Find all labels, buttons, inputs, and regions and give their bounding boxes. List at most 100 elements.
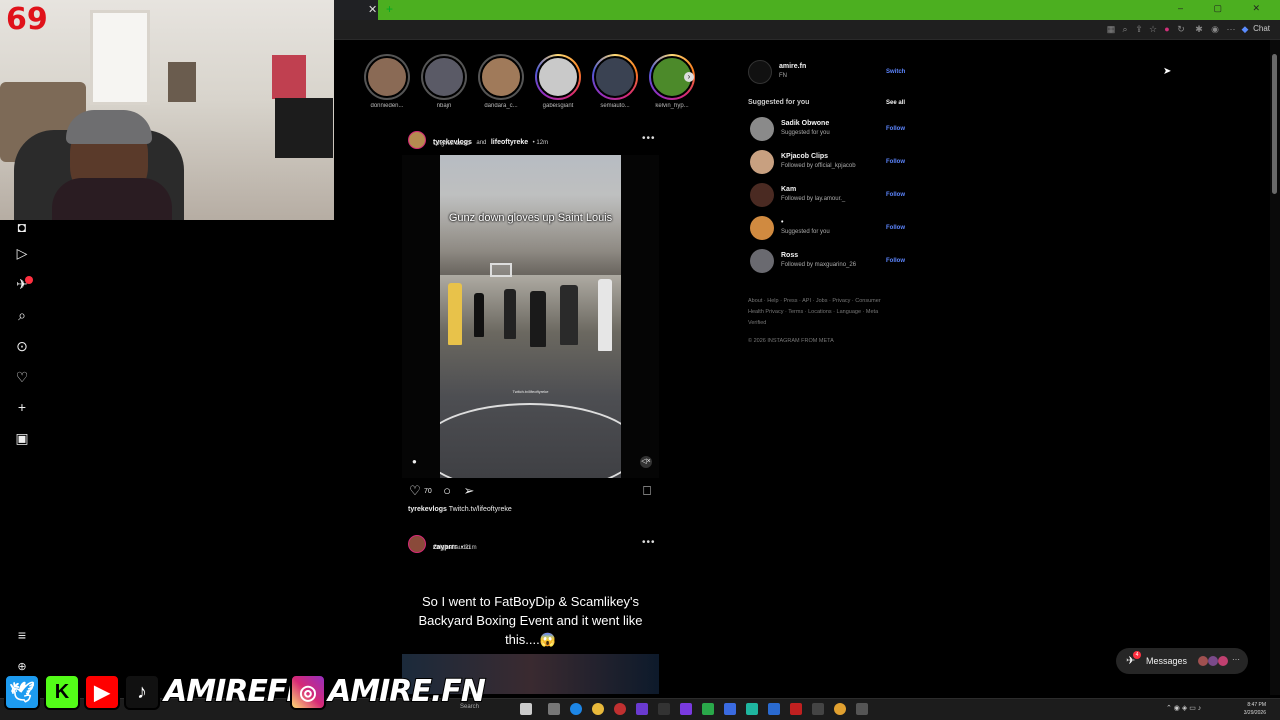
story-username: semiauto... xyxy=(600,103,630,109)
post-coauthor[interactable]: lifeoftyreke xyxy=(491,139,528,146)
messages-button[interactable]: ✈ 4 Messages ⋯ xyxy=(1116,648,1248,674)
chat-button[interactable]: Chat xyxy=(1253,24,1270,33)
save-icon[interactable]: ⎕ xyxy=(640,484,654,498)
menu-icon[interactable]: ⋯ xyxy=(1226,24,1236,34)
chat-avatar xyxy=(1218,656,1228,666)
post-avatar[interactable] xyxy=(408,131,426,149)
extensions-puzzle-icon[interactable]: ✱ xyxy=(1194,24,1204,34)
app-icon[interactable] xyxy=(768,703,780,715)
clock-date: 3/29/2026 xyxy=(1243,710,1266,716)
clock-time: 8:47 PM xyxy=(1247,702,1266,708)
trees xyxy=(440,195,621,275)
story-avatar xyxy=(423,56,465,98)
explore-icon[interactable]: ⊙ xyxy=(13,337,31,355)
person xyxy=(448,283,462,345)
post-audio[interactable]: Original audio xyxy=(433,545,470,551)
story-username: dandara_c... xyxy=(484,103,518,109)
refresh-icon[interactable]: ↻ xyxy=(1176,24,1186,34)
post-options-icon[interactable]: ••• xyxy=(642,537,656,548)
edge-icon[interactable] xyxy=(570,703,582,715)
bookmark-star-icon[interactable]: ☆ xyxy=(1148,24,1158,34)
story-item[interactable]: dandara_c... xyxy=(475,54,527,118)
caption-username[interactable]: tyrekevlogs xyxy=(408,506,447,513)
beanie xyxy=(66,110,152,144)
suggestion-name[interactable]: Sadik Obwone xyxy=(781,120,829,127)
new-tab-icon[interactable]: + xyxy=(386,2,393,16)
share-icon[interactable]: ➢ xyxy=(462,484,476,498)
story-item[interactable]: nbajn xyxy=(418,54,470,118)
instagram-logo-icon[interactable]: ◘ xyxy=(13,218,31,236)
suggestion-avatar[interactable] xyxy=(750,216,774,240)
suggestion-name[interactable]: Ross xyxy=(781,252,798,259)
reels-icon[interactable]: ▷ xyxy=(13,244,31,262)
suggestion-avatar[interactable] xyxy=(750,183,774,207)
mute-icon[interactable]: ◁× xyxy=(640,456,652,468)
profile-icon[interactable]: ◉ xyxy=(1210,24,1220,34)
account-name[interactable]: amire.fn xyxy=(779,63,806,70)
score-counter: 69 xyxy=(6,2,48,37)
story-item[interactable]: donnieden... xyxy=(361,54,413,118)
like-icon[interactable]: ♡ xyxy=(408,484,422,498)
browser-icon[interactable] xyxy=(614,703,626,715)
suggestion-name[interactable]: Kam xyxy=(781,186,796,193)
page-scrollbar[interactable] xyxy=(1270,40,1280,695)
chrome-icon[interactable] xyxy=(834,703,846,715)
switch-button[interactable]: Switch xyxy=(886,69,905,75)
stories-next-icon[interactable]: › xyxy=(684,72,694,82)
follow-button[interactable]: Follow xyxy=(886,192,905,198)
app-icon[interactable] xyxy=(812,703,824,715)
dashboard-icon[interactable]: ▣ xyxy=(13,429,31,447)
footer-links[interactable]: About · Help · Press · API · Jobs · Priv… xyxy=(748,296,888,329)
tagged-user-icon[interactable]: ● xyxy=(412,457,417,466)
search-icon[interactable]: ⌕ xyxy=(13,306,31,324)
follow-button[interactable]: Follow xyxy=(886,126,905,132)
post-options-icon[interactable]: ••• xyxy=(642,133,656,144)
chrome-icon[interactable] xyxy=(592,703,604,715)
settings-icon[interactable] xyxy=(856,703,868,715)
scrollbar-thumb[interactable] xyxy=(1272,54,1277,194)
app-icon[interactable] xyxy=(636,703,648,715)
account-avatar[interactable] xyxy=(748,60,772,84)
suggestion-sub: Followed by official_kpjacob xyxy=(781,163,856,169)
extension-icon[interactable]: ● xyxy=(1162,24,1172,34)
close-tab-icon[interactable]: ✕ xyxy=(368,3,377,16)
copilot-icon[interactable]: ◆ xyxy=(1240,24,1250,34)
notifications-heart-icon[interactable]: ♡ xyxy=(13,368,31,386)
suggestion-name[interactable]: KPjacob Clips xyxy=(781,153,828,160)
comment-icon[interactable]: ○ xyxy=(440,484,454,498)
suggestion-avatar[interactable] xyxy=(750,117,774,141)
follow-button[interactable]: Follow xyxy=(886,258,905,264)
apps-icon[interactable]: ▦ xyxy=(1106,24,1116,34)
story-item[interactable]: semiauto... xyxy=(589,54,641,118)
post-audio[interactable]: Original audio xyxy=(433,141,470,147)
suggestion-avatar[interactable] xyxy=(750,150,774,174)
shelf xyxy=(275,98,333,158)
banner-handle: AMIREFN xyxy=(163,673,312,710)
system-tray-icons[interactable]: ⌃ ◉ ◈ ▭ ♪ xyxy=(1166,704,1201,712)
suggestion-avatar[interactable] xyxy=(750,249,774,273)
post-avatar[interactable] xyxy=(408,535,426,553)
app-icon[interactable] xyxy=(520,703,532,715)
story-item[interactable]: gabeisgiant xyxy=(532,54,584,118)
story-item[interactable]: kelvin_hyp... xyxy=(646,54,698,118)
follow-button[interactable]: Follow xyxy=(886,225,905,231)
app-icon[interactable] xyxy=(746,703,758,715)
app-icon[interactable] xyxy=(790,703,802,715)
task-view-icon[interactable] xyxy=(548,703,560,715)
zoom-icon[interactable]: ⌕ xyxy=(1120,24,1130,34)
see-all-link[interactable]: See all xyxy=(886,100,905,106)
app-icon[interactable] xyxy=(680,703,692,715)
window-controls[interactable]: – ▢ ✕ xyxy=(1178,3,1274,14)
follow-button[interactable]: Follow xyxy=(886,159,905,165)
share-icon[interactable]: ⇪ xyxy=(1134,24,1144,34)
post-video[interactable]: Gunz down gloves up Saint Louis Twitch.t… xyxy=(402,155,659,478)
taskbar-clock[interactable]: 8:47 PM 3/29/2026 xyxy=(1244,701,1266,717)
xbox-icon[interactable] xyxy=(702,703,714,715)
story-avatar xyxy=(594,56,636,98)
suggestion-name[interactable]: • xyxy=(781,219,783,226)
more-menu-icon[interactable]: ≡ xyxy=(13,626,31,644)
like-count[interactable]: 70 xyxy=(424,488,432,495)
app-icon[interactable] xyxy=(658,703,670,715)
app-icon[interactable] xyxy=(724,703,736,715)
create-icon[interactable]: + xyxy=(13,398,31,416)
